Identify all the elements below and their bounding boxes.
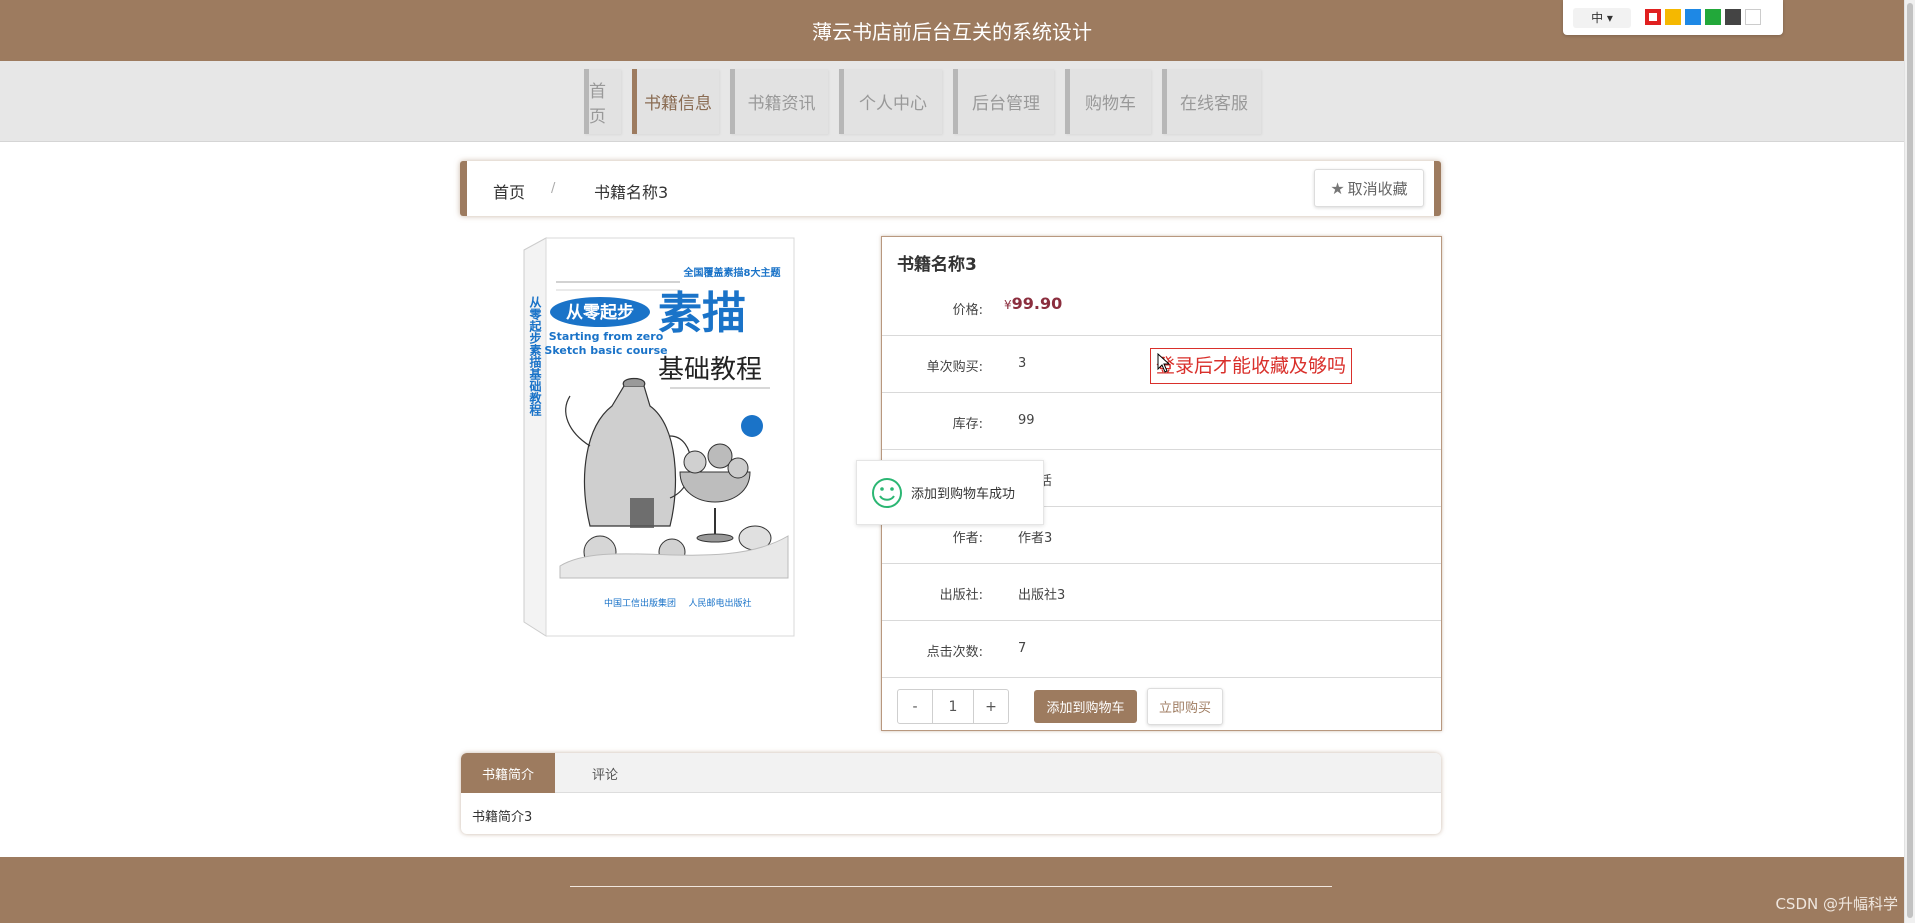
tab-content: 书籍简介3: [472, 810, 533, 825]
nav-label: 个人中心: [859, 94, 927, 114]
clicks-value: 7: [1018, 641, 1027, 656]
buy-now-button[interactable]: 立即购买: [1147, 688, 1223, 725]
footer-divider: [570, 886, 1332, 887]
theme-swatch-dark[interactable]: [1725, 9, 1741, 25]
price-value: ¥99.90: [1004, 294, 1063, 313]
tab-book-intro[interactable]: 书籍简介: [461, 753, 555, 793]
site-header: 薄云书店前后台互关的系统设计 中 ▾: [0, 0, 1904, 61]
breadcrumb: 首页 / 书籍名称3 ★ 取消收藏: [460, 161, 1441, 216]
scrollbar-thumb[interactable]: [1907, 3, 1913, 918]
main-nav: 首页 书籍信息 书籍资讯 个人中心 后台管理 购物车 在线客服: [0, 61, 1904, 142]
nav-label: 在线客服: [1180, 94, 1248, 114]
theme-swatch-yellow[interactable]: [1665, 9, 1681, 25]
nav-item-book-info[interactable]: 书籍信息: [632, 69, 719, 134]
clicks-row: 点击次数: 7: [882, 621, 1441, 678]
theme-swatches: [1645, 9, 1765, 25]
nav-label: 首页: [589, 81, 606, 127]
book-tabs: 书籍简介 评论 书籍简介3: [461, 753, 1441, 834]
quantity-minus-button[interactable]: -: [898, 690, 932, 723]
price-row: 价格: ¥99.90: [882, 279, 1441, 336]
stock-label: 库存:: [952, 417, 983, 432]
breadcrumb-home[interactable]: 首页: [493, 179, 525, 203]
single-limit-label: 单次购买:: [926, 360, 983, 375]
book-title: 书籍名称3: [897, 255, 977, 275]
language-select[interactable]: 中 ▾: [1573, 8, 1631, 28]
quantity-stepper: - 1 +: [897, 689, 1009, 724]
theme-swatch-white[interactable]: [1745, 9, 1761, 25]
nav-item-cart[interactable]: 购物车: [1065, 69, 1151, 134]
success-toast: 添加到购物车成功: [856, 460, 1044, 525]
page: 薄云书店前后台互关的系统设计 中 ▾ 首页 书籍信息 书籍资讯 个人中心 后台管…: [0, 0, 1915, 923]
toast-message: 添加到购物车成功: [911, 487, 1016, 502]
add-to-cart-button[interactable]: 添加到购物车: [1034, 690, 1137, 723]
publisher-row: 出版社: 出版社3: [882, 564, 1441, 621]
star-icon: ★: [1330, 178, 1345, 198]
author-label: 作者:: [952, 531, 983, 546]
breadcrumb-current: 书籍名称3: [594, 183, 669, 202]
book-cover-image: 全国覆盖素描8大主题 从零起步 素描 Starting from zero Sk…: [520, 236, 796, 638]
nav-item-online-service[interactable]: 在线客服: [1162, 69, 1261, 134]
nav-label: 书籍信息: [644, 94, 712, 114]
nav-item-home[interactable]: 首页: [584, 69, 621, 134]
theme-swatch-red[interactable]: [1645, 9, 1661, 25]
cover-subtitle: 基础教程: [658, 355, 762, 385]
quantity-plus-button[interactable]: +: [974, 690, 1008, 723]
author-value: 作者3: [1018, 531, 1053, 546]
smile-icon: [872, 477, 902, 508]
single-limit-value: 3: [1018, 356, 1027, 371]
price-label: 价格:: [952, 303, 983, 318]
breadcrumb-separator: /: [551, 181, 556, 196]
unfavorite-label: 取消收藏: [1347, 179, 1408, 198]
tab-header: 书籍简介 评论: [461, 753, 1441, 793]
watermark: CSDN @升幅科学: [1775, 895, 1898, 913]
site-footer: [0, 857, 1904, 923]
nav-item-personal-center[interactable]: 个人中心: [839, 69, 942, 134]
publisher-value: 出版社3: [1018, 588, 1066, 603]
cover-title-part1: 从零起步: [566, 302, 634, 323]
stock-value: 99: [1018, 413, 1035, 428]
svg-text:中国工信出版集团: 中国工信出版集团: [604, 597, 676, 609]
cover-spine: 从零起步素描基础教程: [528, 296, 542, 417]
unfavorite-button[interactable]: ★ 取消收藏: [1314, 169, 1424, 207]
tab-comments[interactable]: 评论: [555, 753, 655, 793]
svg-text:人民邮电出版社: 人民邮电出版社: [688, 597, 751, 609]
stock-row: 库存: 99: [882, 393, 1441, 450]
theme-swatch-blue[interactable]: [1685, 9, 1701, 25]
clicks-label: 点击次数:: [926, 645, 983, 660]
nav-item-book-news[interactable]: 书籍资讯: [730, 69, 828, 134]
cover-english-2: Sketch basic course: [544, 344, 667, 357]
nav-label: 书籍资讯: [747, 94, 816, 114]
publisher-label: 出版社:: [939, 588, 983, 603]
page-scrollbar[interactable]: [1904, 0, 1915, 923]
cover-english-1: Starting from zero: [549, 330, 664, 343]
nav-label: 购物车: [1085, 94, 1136, 114]
cover-title-big: 素描: [658, 288, 746, 339]
login-warning: 登录后才能收藏及够吗: [1150, 348, 1353, 384]
mouse-cursor-icon: [1157, 352, 1171, 377]
theme-swatch-green[interactable]: [1705, 9, 1721, 25]
nav-item-admin[interactable]: 后台管理: [953, 69, 1054, 134]
quantity-input[interactable]: 1: [932, 690, 974, 723]
theme-panel: 中 ▾: [1563, 0, 1783, 35]
cover-badge: 全国覆盖素描8大主题: [683, 266, 782, 279]
nav-label: 后台管理: [972, 94, 1040, 114]
